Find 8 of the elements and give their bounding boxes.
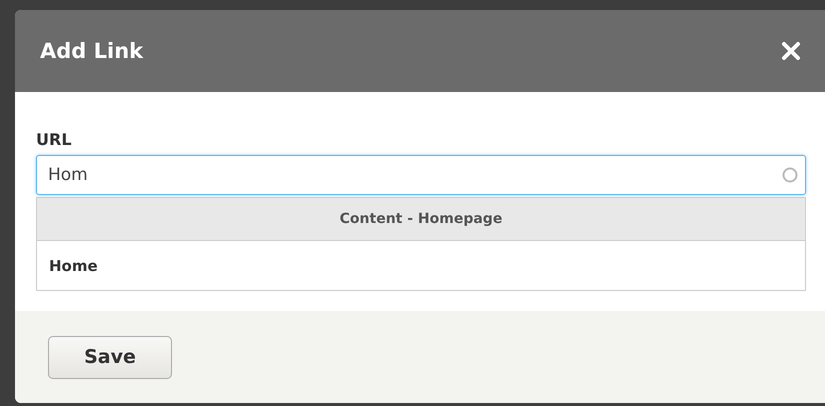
- close-button[interactable]: [781, 41, 801, 61]
- dialog-title: Add Link: [40, 39, 144, 63]
- save-button[interactable]: Save: [48, 336, 172, 378]
- autocomplete-group: Content - Homepage: [37, 198, 805, 241]
- url-label: URL: [36, 130, 73, 149]
- throbber-icon: [782, 167, 798, 183]
- url-field[interactable]: Hom: [36, 155, 806, 195]
- autocomplete-item[interactable]: Home: [37, 241, 805, 290]
